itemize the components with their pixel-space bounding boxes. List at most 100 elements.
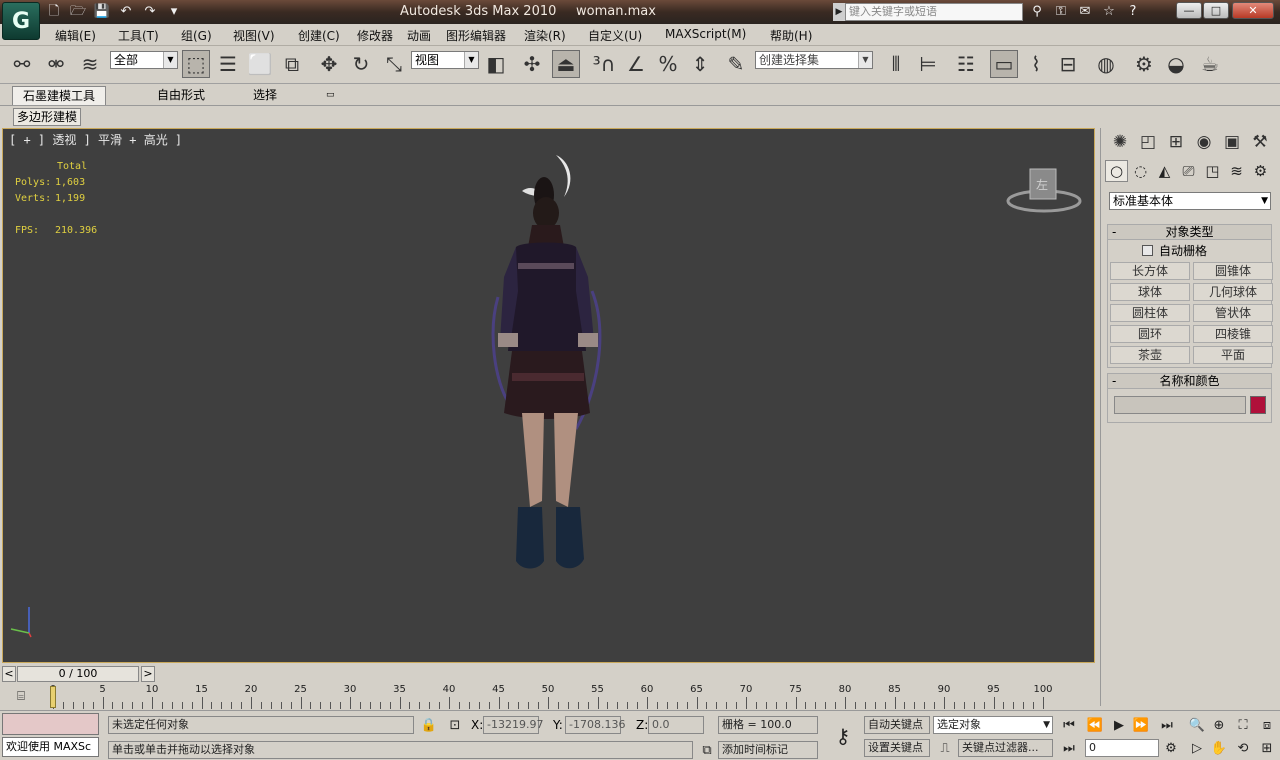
bind-space-warp-icon[interactable]: ≋ bbox=[76, 50, 104, 78]
object-color-swatch[interactable] bbox=[1250, 396, 1266, 414]
zoom-extents-all-icon[interactable]: ⧈ bbox=[1256, 715, 1278, 735]
torus-button[interactable]: 圆环 bbox=[1110, 325, 1190, 343]
time-tag-icon[interactable]: ⧉ bbox=[696, 740, 718, 760]
auto-key-button[interactable]: 自动关键点 bbox=[864, 716, 930, 734]
search-input[interactable]: 键入关键字或短语 bbox=[845, 3, 1023, 21]
layer-manager-icon[interactable]: ☷ bbox=[952, 50, 980, 78]
star-icon[interactable]: ☆ bbox=[1098, 3, 1120, 21]
material-editor-icon[interactable]: ◍ bbox=[1092, 50, 1120, 78]
time-slider-prev-icon[interactable]: < bbox=[2, 666, 16, 682]
snaps-toggle-icon[interactable]: ³∩ bbox=[590, 50, 618, 78]
viewcube-gizmo[interactable]: 左 bbox=[1006, 165, 1082, 215]
zoom-all-icon[interactable]: ⊕ bbox=[1208, 715, 1230, 735]
tab-graphite-modeling[interactable]: 石墨建模工具 bbox=[12, 86, 107, 105]
window-crossing-icon[interactable]: ⧉ bbox=[278, 50, 306, 78]
render-production-icon[interactable]: ☕ bbox=[1196, 50, 1224, 78]
teapot-button[interactable]: 茶壶 bbox=[1110, 346, 1190, 364]
maximize-viewport-icon[interactable]: ⊞ bbox=[1256, 738, 1278, 758]
named-selection-dropdown[interactable]: 创建选择集 ▼ bbox=[755, 51, 873, 69]
set-key-button[interactable]: 设置关键点 bbox=[864, 739, 930, 757]
menu-animation[interactable]: 动画 bbox=[407, 27, 431, 44]
binoculars-icon[interactable]: ⚲ bbox=[1026, 3, 1048, 21]
time-slider-next-icon[interactable]: > bbox=[141, 666, 155, 682]
helpers-icon[interactable]: ◳ bbox=[1201, 160, 1224, 182]
autogrid-checkbox[interactable] bbox=[1142, 245, 1153, 256]
schematic-view-icon[interactable]: ⊟ bbox=[1054, 50, 1082, 78]
tab-polygon-modeling[interactable]: 多边形建模 bbox=[13, 108, 82, 126]
help-icon[interactable]: ? bbox=[1122, 3, 1144, 21]
tube-button[interactable]: 管状体 bbox=[1193, 304, 1273, 322]
display-tab-icon[interactable]: ▣ bbox=[1219, 130, 1245, 154]
key-mode-dropdown[interactable]: 选定对象 ▼ bbox=[933, 716, 1053, 734]
zoom-extents-icon[interactable]: ⛶ bbox=[1232, 715, 1254, 735]
current-frame-field[interactable]: 0 bbox=[1085, 739, 1159, 757]
character-model[interactable] bbox=[458, 151, 638, 591]
plane-button[interactable]: 平面 bbox=[1193, 346, 1273, 364]
ribbon-options-icon[interactable]: ▭ bbox=[316, 86, 345, 105]
field-of-view-icon[interactable]: ▷ bbox=[1186, 738, 1208, 758]
orbit-icon[interactable]: ⟲ bbox=[1232, 738, 1254, 758]
new-icon[interactable]: 🗋 bbox=[44, 3, 64, 21]
space-warps-icon[interactable]: ≋ bbox=[1225, 160, 1248, 182]
menu-edit[interactable]: 编辑(E) bbox=[55, 27, 96, 44]
menu-graph-editors[interactable]: 图形编辑器 bbox=[446, 27, 506, 44]
minimize-button[interactable]: — bbox=[1176, 2, 1202, 19]
undo-icon[interactable]: ↶ bbox=[116, 3, 136, 21]
menu-customize[interactable]: 自定义(U) bbox=[588, 27, 642, 44]
perspective-viewport[interactable]: [ + ] 透视 ] 平滑 + 高光 ] Total Polys: 1,603 V… bbox=[2, 128, 1095, 663]
viewport-label[interactable]: [ + ] 透视 ] 平滑 + 高光 ] bbox=[9, 131, 182, 148]
add-time-tag-button[interactable]: 添加时间标记 bbox=[718, 741, 818, 759]
play-icon[interactable]: ▶ bbox=[1108, 715, 1130, 735]
cameras-icon[interactable]: ⎚ bbox=[1177, 160, 1200, 182]
render-setup-icon[interactable]: ⚙ bbox=[1130, 50, 1158, 78]
geometry-icon[interactable]: ○ bbox=[1105, 160, 1128, 182]
y-coordinate-field[interactable]: -1708.136 bbox=[565, 716, 625, 734]
align-icon[interactable]: ⊨ bbox=[914, 50, 942, 78]
menu-group[interactable]: 组(G) bbox=[181, 27, 212, 44]
cylinder-button[interactable]: 圆柱体 bbox=[1110, 304, 1190, 322]
time-slider-thumb[interactable]: 0 / 100 bbox=[17, 666, 139, 682]
select-manipulate-icon[interactable]: ✣ bbox=[518, 50, 546, 78]
x-coordinate-field[interactable]: -13219.97 bbox=[483, 716, 543, 734]
menu-help[interactable]: 帮助(H) bbox=[770, 27, 812, 44]
pan-icon[interactable]: ✋ bbox=[1208, 738, 1230, 758]
rectangular-selection-icon[interactable]: ⬜ bbox=[246, 50, 274, 78]
z-coordinate-field[interactable]: 0.0 bbox=[648, 716, 704, 734]
communication-icon[interactable]: ✉ bbox=[1074, 3, 1096, 21]
unlink-icon[interactable]: ⚮ bbox=[42, 50, 70, 78]
hierarchy-tab-icon[interactable]: ⊞ bbox=[1163, 130, 1189, 154]
redo-icon[interactable]: ↷ bbox=[140, 3, 160, 21]
link-icon[interactable]: ⚯ bbox=[8, 50, 36, 78]
curve-editor-icon[interactable]: ⌇ bbox=[1022, 50, 1050, 78]
scale-icon[interactable]: ⤡ bbox=[380, 50, 408, 78]
lock-icon[interactable]: 🔒 bbox=[418, 715, 440, 735]
reference-coord-dropdown[interactable]: 视图 ▼ bbox=[411, 51, 479, 69]
geometry-category-dropdown[interactable]: 标准基本体 ▼ bbox=[1109, 192, 1271, 210]
key-mode-toggle-icon[interactable]: ⏭ bbox=[1058, 738, 1080, 758]
modify-tab-icon[interactable]: ◰ bbox=[1135, 130, 1161, 154]
object-type-header[interactable]: - 对象类型 bbox=[1108, 225, 1271, 240]
geosphere-button[interactable]: 几何球体 bbox=[1193, 283, 1273, 301]
open-icon[interactable]: 🗁 bbox=[68, 3, 88, 21]
more-icon[interactable]: ▾ bbox=[164, 3, 184, 21]
selection-filter-dropdown[interactable]: 全部 ▼ bbox=[110, 51, 178, 69]
save-icon[interactable]: 💾 bbox=[92, 3, 112, 21]
track-bar[interactable]: ⌸ 05101520253035404550556065707580859095… bbox=[0, 684, 1098, 710]
menu-create[interactable]: 创建(C) bbox=[298, 27, 340, 44]
percent-snap-icon[interactable]: % bbox=[654, 50, 682, 78]
move-icon[interactable]: ✥ bbox=[315, 50, 343, 78]
name-color-header[interactable]: - 名称和颜色 bbox=[1108, 374, 1271, 389]
key-filters-button[interactable]: 关键点过滤器... bbox=[958, 739, 1053, 757]
menu-tools[interactable]: 工具(T) bbox=[118, 27, 159, 44]
previous-frame-icon[interactable]: ⏪ bbox=[1084, 715, 1106, 735]
tab-selection[interactable]: 选择 bbox=[243, 86, 287, 105]
mirror-icon[interactable]: ⫴ bbox=[882, 50, 910, 78]
close-button[interactable]: ✕ bbox=[1232, 2, 1274, 19]
pivot-center-icon[interactable]: ◧ bbox=[482, 50, 510, 78]
rotate-icon[interactable]: ↻ bbox=[347, 50, 375, 78]
absolute-mode-icon[interactable]: ⊡ bbox=[444, 715, 466, 735]
motion-tab-icon[interactable]: ◉ bbox=[1191, 130, 1217, 154]
cone-button[interactable]: 圆锥体 bbox=[1193, 262, 1273, 280]
lights-icon[interactable]: ◭ bbox=[1153, 160, 1176, 182]
zoom-icon[interactable]: 🔍 bbox=[1186, 715, 1208, 735]
